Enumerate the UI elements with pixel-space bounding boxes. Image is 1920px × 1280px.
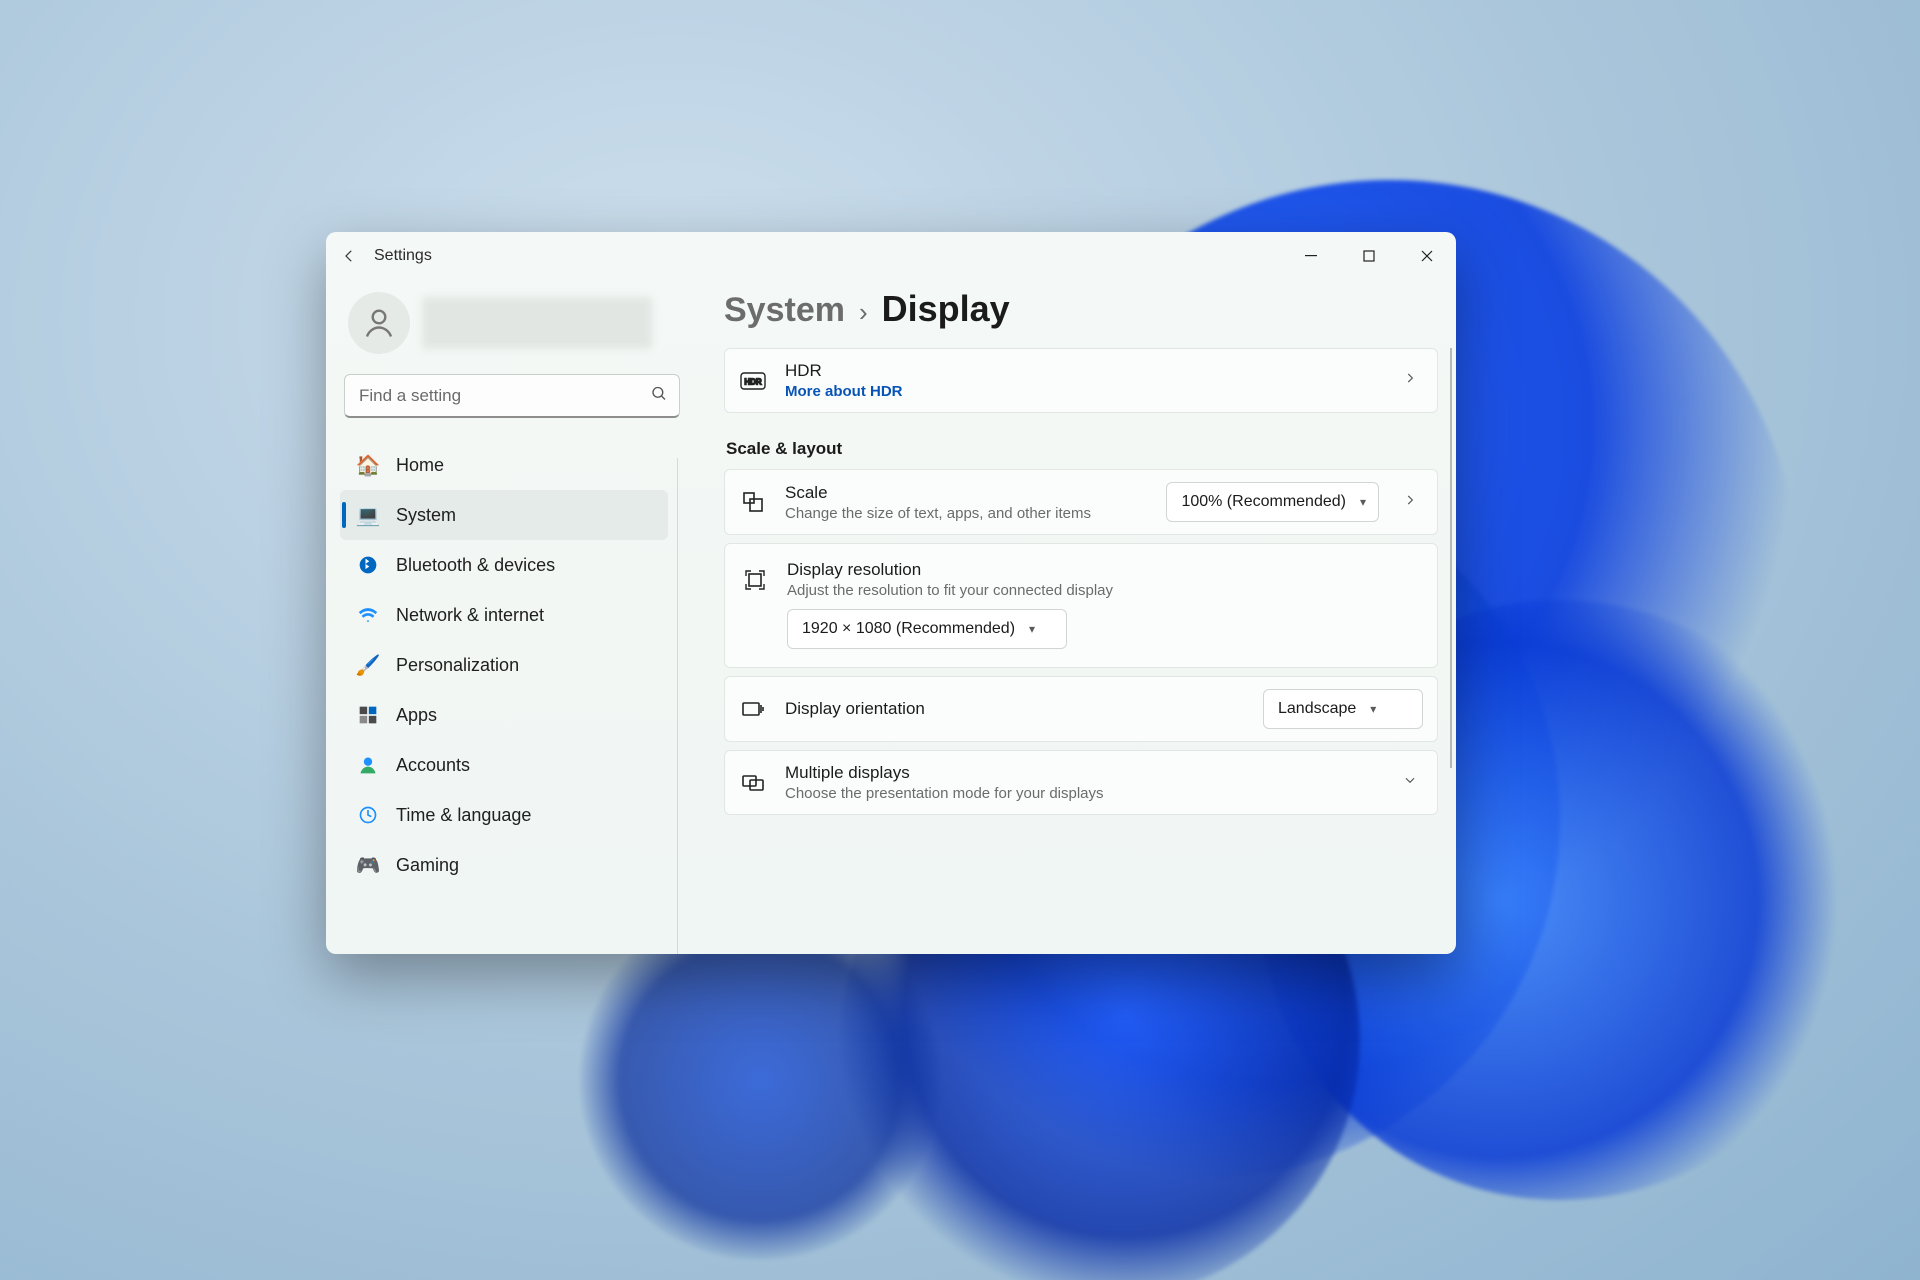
user-profile[interactable]	[340, 284, 688, 372]
person-icon	[361, 305, 397, 341]
chevron-down-icon: ▾	[1370, 702, 1376, 716]
sidebar-item-gaming[interactable]: 🎮 Gaming	[340, 840, 668, 890]
apps-icon	[356, 703, 380, 727]
close-icon	[1421, 250, 1433, 262]
sidebar-item-label: Accounts	[396, 755, 470, 776]
multiple-displays-subtitle: Choose the presentation mode for your di…	[785, 785, 1379, 802]
sidebar-item-system[interactable]: 💻 System	[340, 490, 668, 540]
chevron-right-icon	[1397, 371, 1423, 390]
close-button[interactable]	[1398, 232, 1456, 280]
scale-value: 100% (Recommended)	[1181, 493, 1346, 511]
breadcrumb-parent[interactable]: System	[724, 291, 845, 330]
sidebar-item-label: Time & language	[396, 805, 531, 826]
chevron-down-icon: ▾	[1029, 622, 1035, 636]
main-content: System › Display HDR HDR More about HDR …	[698, 280, 1456, 954]
sidebar-item-label: Gaming	[396, 855, 459, 876]
resolution-dropdown[interactable]: 1920 × 1080 (Recommended) ▾	[787, 609, 1067, 649]
sidebar-item-apps[interactable]: Apps	[340, 690, 668, 740]
sidebar: 🏠 Home 💻 System Bluetooth & devices	[326, 280, 698, 954]
scale-title: Scale	[785, 483, 1148, 503]
orientation-title: Display orientation	[785, 699, 1245, 719]
sidebar-item-bluetooth[interactable]: Bluetooth & devices	[340, 540, 668, 590]
resolution-subtitle: Adjust the resolution to fit your connec…	[787, 582, 1421, 599]
resolution-row: Display resolution Adjust the resolution…	[724, 543, 1438, 668]
orientation-icon	[739, 697, 767, 721]
svg-text:HDR: HDR	[744, 377, 762, 386]
sidebar-item-label: Apps	[396, 705, 437, 726]
orientation-value: Landscape	[1278, 700, 1356, 718]
gamepad-icon: 🎮	[356, 853, 380, 877]
chevron-down-icon	[1397, 773, 1423, 792]
clock-globe-icon	[356, 803, 380, 827]
page-title: Display	[882, 288, 1010, 330]
window-title: Settings	[374, 247, 432, 265]
chevron-right-icon: ›	[859, 297, 868, 328]
multiple-displays-row[interactable]: Multiple displays Choose the presentatio…	[724, 750, 1438, 815]
sidebar-item-personalization[interactable]: 🖌️ Personalization	[340, 640, 668, 690]
sidebar-item-network[interactable]: Network & internet	[340, 590, 668, 640]
arrow-left-icon	[340, 247, 358, 265]
scale-row[interactable]: Scale Change the size of text, apps, and…	[724, 469, 1438, 535]
sidebar-nav: 🏠 Home 💻 System Bluetooth & devices	[340, 440, 688, 890]
bluetooth-icon	[356, 553, 380, 577]
maximize-button[interactable]	[1340, 232, 1398, 280]
search-icon	[650, 385, 668, 408]
sidebar-item-time-language[interactable]: Time & language	[340, 790, 668, 840]
wifi-icon	[356, 603, 380, 627]
chevron-right-icon[interactable]	[1397, 493, 1423, 512]
sidebar-item-label: System	[396, 505, 456, 526]
resolution-value: 1920 × 1080 (Recommended)	[802, 620, 1015, 638]
search-input[interactable]	[344, 374, 680, 418]
home-icon: 🏠	[356, 453, 380, 477]
chevron-down-icon: ▾	[1360, 495, 1366, 509]
sidebar-divider	[677, 458, 678, 954]
section-scale-layout: Scale & layout	[726, 439, 1438, 459]
minimize-button[interactable]	[1282, 232, 1340, 280]
resolution-icon	[741, 568, 769, 592]
multiple-displays-title: Multiple displays	[785, 763, 1379, 783]
user-name-redacted	[422, 297, 652, 349]
settings-window: Settings	[326, 232, 1456, 954]
maximize-icon	[1363, 250, 1375, 262]
breadcrumb: System › Display	[724, 288, 1438, 330]
multiple-displays-icon	[739, 771, 767, 795]
scale-icon	[739, 490, 767, 514]
hdr-row[interactable]: HDR HDR More about HDR	[724, 348, 1438, 413]
orientation-row: Display orientation Landscape ▾	[724, 676, 1438, 742]
back-button[interactable]	[326, 232, 372, 280]
paintbrush-icon: 🖌️	[356, 653, 380, 677]
scale-subtitle: Change the size of text, apps, and other…	[785, 505, 1148, 522]
scale-dropdown[interactable]: 100% (Recommended) ▾	[1166, 482, 1379, 522]
orientation-dropdown[interactable]: Landscape ▾	[1263, 689, 1423, 729]
hdr-icon: HDR	[739, 372, 767, 390]
resolution-title: Display resolution	[787, 560, 1421, 580]
sidebar-item-label: Home	[396, 455, 444, 476]
sidebar-item-accounts[interactable]: Accounts	[340, 740, 668, 790]
system-icon: 💻	[356, 503, 380, 527]
sidebar-item-label: Personalization	[396, 655, 519, 676]
minimize-icon	[1305, 250, 1317, 262]
sidebar-item-label: Network & internet	[396, 605, 544, 626]
scrollbar[interactable]	[1450, 348, 1452, 768]
hdr-link[interactable]: More about HDR	[785, 383, 1379, 400]
titlebar: Settings	[326, 232, 1456, 280]
sidebar-item-label: Bluetooth & devices	[396, 555, 555, 576]
avatar	[348, 292, 410, 354]
account-icon	[356, 753, 380, 777]
sidebar-item-home[interactable]: 🏠 Home	[340, 440, 668, 490]
hdr-title: HDR	[785, 361, 1379, 381]
